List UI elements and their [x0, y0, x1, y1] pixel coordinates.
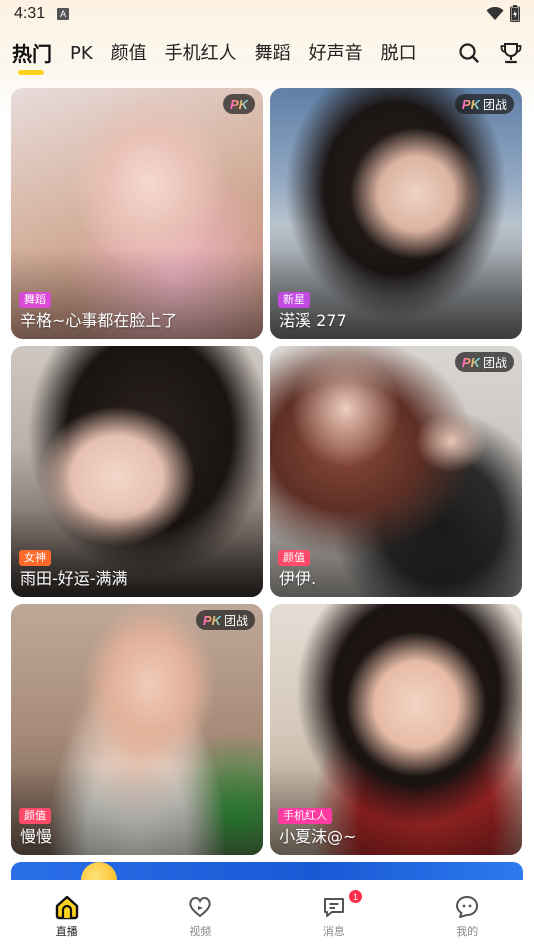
- tab-phone-stars[interactable]: 手机红人: [165, 36, 237, 76]
- room-title: 慢慢: [20, 827, 53, 846]
- tab-appearance[interactable]: 颜值: [111, 36, 147, 76]
- tab-good-voice[interactable]: 好声音: [309, 36, 363, 76]
- live-card[interactable]: PK 舞蹈 辛格~心事都在脸上了: [11, 88, 263, 339]
- nav-label: 视频: [189, 925, 212, 938]
- pk-team-badge: PK 团战: [195, 610, 255, 630]
- nav-live[interactable]: 直播: [0, 880, 134, 950]
- room-title: 渃溪 277: [279, 311, 347, 330]
- category-tag: 颜值: [278, 550, 310, 566]
- pk-badge: PK: [222, 94, 255, 114]
- room-title: 辛格~心事都在脸上了: [20, 311, 178, 330]
- room-title: 伊伊.: [279, 569, 317, 588]
- nav-profile[interactable]: 我的: [401, 880, 534, 950]
- live-card[interactable]: PK 团战 颜值 慢慢: [11, 604, 263, 855]
- live-card[interactable]: 女神 雨田-好运-满满: [11, 346, 263, 597]
- unread-badge: 1: [349, 890, 362, 903]
- status-time: 4:31: [14, 5, 46, 22]
- tab-bar-actions: [456, 40, 524, 66]
- heart-video-icon: [189, 897, 211, 918]
- pk-team-badge: PK 团战: [454, 94, 514, 114]
- live-card[interactable]: PK 团战 颜值 伊伊.: [270, 346, 522, 597]
- battery-icon: [510, 5, 520, 22]
- category-tag: 手机红人: [278, 808, 332, 824]
- room-title: 小夏沫@~: [279, 827, 357, 846]
- live-home-icon: [55, 895, 78, 920]
- tab-talk-show[interactable]: 脱口: [381, 36, 417, 76]
- tab-hot[interactable]: 热门: [12, 36, 52, 76]
- profile-icon: [456, 896, 479, 918]
- category-tag: 女神: [19, 550, 51, 566]
- nav-label: 消息: [322, 925, 345, 938]
- live-card[interactable]: 手机红人 小夏沫@~: [270, 604, 522, 855]
- notification-a-icon: A: [57, 8, 70, 20]
- nav-video[interactable]: 视频: [134, 880, 268, 950]
- bottom-navigation: 直播 视频 1 消息 我的: [0, 880, 534, 950]
- nav-messages[interactable]: 1 消息: [267, 880, 401, 950]
- trophy-icon[interactable]: [498, 40, 524, 66]
- category-tab-bar: 热门 PK 颜值 手机红人 舞蹈 好声音 脱口: [0, 36, 534, 78]
- category-tag: 新星: [278, 292, 310, 308]
- live-card[interactable]: PK 团战 新星 渃溪 277: [270, 88, 522, 339]
- status-icons: [486, 5, 520, 22]
- tab-dance[interactable]: 舞蹈: [255, 36, 291, 76]
- search-icon[interactable]: [456, 40, 482, 66]
- nav-label: 直播: [55, 925, 78, 938]
- category-tag: 颜值: [19, 808, 51, 824]
- category-tag: 舞蹈: [19, 292, 51, 308]
- message-icon: [323, 898, 344, 917]
- wifi-icon: [486, 6, 504, 20]
- nav-label: 我的: [456, 925, 479, 938]
- tab-pk[interactable]: PK: [70, 36, 93, 76]
- room-title: 雨田-好运-满满: [20, 569, 128, 588]
- status-bar: 4:31 A: [0, 0, 534, 28]
- category-tabs: 热门 PK 颜值 手机红人 舞蹈 好声音 脱口: [0, 36, 437, 76]
- pk-team-badge: PK 团战: [454, 352, 514, 372]
